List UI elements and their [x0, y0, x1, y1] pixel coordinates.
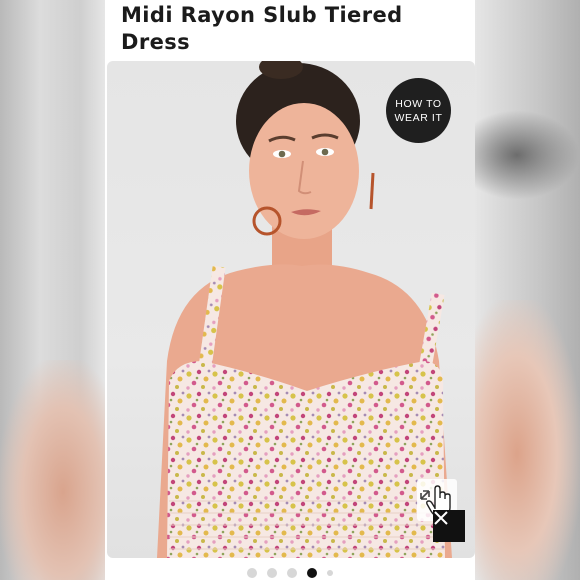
- product-title: Midi Rayon Slub Tiered Dress: [121, 2, 461, 56]
- how-to-wear-it-button[interactable]: HOW TO WEAR IT: [386, 78, 451, 143]
- product-card: Midi Rayon Slub Tiered Dress HOW TO WEAR…: [105, 0, 475, 580]
- gallery-dot-4[interactable]: [307, 568, 317, 578]
- blurred-shoulder-left: [0, 360, 105, 580]
- product-title-line-1: Midi Rayon Slub Tiered: [121, 3, 403, 27]
- gallery-dot-1[interactable]: [247, 568, 257, 578]
- gallery-dot-5[interactable]: [327, 570, 333, 576]
- how-to-wear-it-line-1: HOW TO: [395, 97, 442, 110]
- blurred-badge-shadow: [475, 110, 580, 200]
- close-icon: [434, 511, 448, 525]
- gallery-dot-3[interactable]: [287, 568, 297, 578]
- gallery-dot-2[interactable]: [267, 568, 277, 578]
- product-photo[interactable]: HOW TO WEAR IT: [107, 61, 475, 558]
- close-button[interactable]: [433, 510, 465, 542]
- how-to-wear-it-line-2: WEAR IT: [394, 111, 443, 124]
- gallery-pagination: [105, 566, 475, 580]
- product-title-line-2: Dress: [121, 30, 191, 54]
- blurred-shoulder-right: [475, 300, 580, 580]
